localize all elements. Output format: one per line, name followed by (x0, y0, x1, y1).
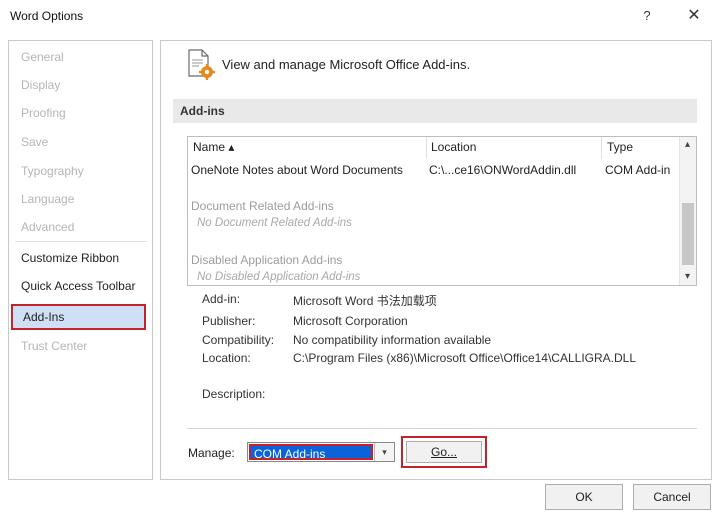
help-button[interactable]: ? (636, 5, 658, 27)
column-separator[interactable] (426, 137, 427, 159)
column-header-type[interactable]: Type (607, 140, 633, 154)
go-button-label: Go... (430, 445, 457, 459)
sidebar-item-general[interactable]: General (21, 47, 64, 67)
publisher-value: Microsoft Corporation (293, 314, 408, 328)
location-label: Location: (202, 351, 251, 365)
group-title-disabled-application: Disabled Application Add-ins (191, 253, 343, 267)
compatibility-label: Compatibility: (202, 333, 275, 347)
location-value: C:\Program Files (x86)\Microsoft Office\… (293, 351, 637, 365)
manage-divider (187, 428, 697, 429)
sidebar-item-save[interactable]: Save (21, 132, 48, 152)
sidebar-item-advanced[interactable]: Advanced (21, 217, 74, 237)
scroll-down-arrow-icon[interactable]: ▾ (679, 270, 696, 284)
sidebar-item-quick-access-toolbar[interactable]: Quick Access Toolbar (21, 276, 136, 296)
sidebar-item-language[interactable]: Language (21, 189, 74, 209)
addin-row-location[interactable]: C:\...ce16\ONWordAddin.dll (429, 163, 576, 177)
manage-selected-value[interactable]: COM Add-ins (249, 444, 373, 461)
description-label: Description: (202, 387, 266, 401)
go-button[interactable]: Go... (401, 436, 487, 468)
addin-label: Add-in: (202, 292, 241, 306)
ok-button[interactable]: OK (545, 484, 623, 510)
sidebar-item-add-ins[interactable]: Add-Ins (11, 304, 146, 330)
column-header-location[interactable]: Location (431, 140, 476, 154)
compatibility-value: No compatibility information available (293, 333, 492, 347)
sidebar-item-customize-ribbon[interactable]: Customize Ribbon (21, 248, 119, 268)
dropdown-arrow-icon[interactable]: ▾ (374, 443, 394, 461)
page-header: View and manage Microsoft Office Add-ins… (222, 57, 471, 72)
go-button-face[interactable]: Go... (406, 441, 482, 463)
cancel-button[interactable]: Cancel (633, 484, 711, 510)
options-sidebar: General Display Proofing Save Typography… (8, 40, 153, 480)
scroll-up-arrow-icon[interactable]: ▴ (679, 138, 696, 152)
sidebar-item-proofing[interactable]: Proofing (21, 103, 66, 123)
sidebar-item-trust-center[interactable]: Trust Center (21, 336, 87, 356)
group-empty-document-related: No Document Related Add-ins (197, 217, 352, 229)
manage-dropdown[interactable]: COM Add-ins ▾ (247, 442, 395, 462)
addins-document-gear-icon (188, 49, 215, 80)
addins-list[interactable]: Name ▴ Location Type OneNote Notes about… (187, 136, 697, 286)
addins-section-title: Add-ins (180, 104, 225, 118)
manage-label: Manage: (188, 446, 235, 460)
addin-value: Microsoft Word 书法加载项 (293, 294, 437, 308)
sidebar-item-display[interactable]: Display (21, 75, 60, 95)
close-button[interactable]: ✕ (683, 5, 705, 27)
addin-row-type[interactable]: COM Add-in (605, 163, 670, 177)
addin-row-name[interactable]: OneNote Notes about Word Documents (191, 163, 403, 177)
sidebar-item-typography[interactable]: Typography (21, 161, 84, 181)
sidebar-divider (15, 241, 147, 242)
column-separator[interactable] (601, 137, 602, 159)
scrollbar-thumb[interactable] (682, 203, 694, 265)
column-header-name[interactable]: Name ▴ (193, 140, 234, 154)
addins-section-bar (173, 99, 697, 123)
group-title-document-related: Document Related Add-ins (191, 199, 334, 213)
group-empty-disabled-application: No Disabled Application Add-ins (197, 271, 361, 283)
window-title: Word Options (10, 9, 84, 23)
publisher-label: Publisher: (202, 314, 256, 328)
